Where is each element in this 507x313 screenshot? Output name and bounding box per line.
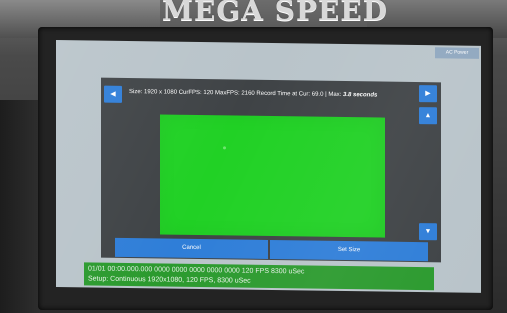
arrow-up-icon[interactable]: ▲ — [419, 107, 437, 125]
capture-info: Size: 1920 x 1080 CurFPS: 120 MaxFPS: 21… — [129, 89, 429, 99]
arrow-down-icon[interactable]: ▼ — [419, 223, 437, 241]
preview-marker — [223, 146, 226, 150]
monitor-screen: AC Power ◀ Size: 1920 x 1080 CurFPS: 120… — [56, 40, 481, 293]
cancel-button[interactable]: Cancel — [115, 237, 268, 259]
capture-info-text: Size: 1920 x 1080 CurFPS: 120 MaxFPS: 21… — [129, 89, 343, 99]
set-size-dialog: ◀ Size: 1920 x 1080 CurFPS: 120 MaxFPS: … — [101, 77, 441, 263]
set-size-button[interactable]: Set Size — [270, 239, 428, 262]
dialog-actions: Cancel Set Size — [115, 237, 441, 263]
video-preview — [160, 114, 385, 238]
max-record-time: 3.8 seconds — [343, 92, 378, 99]
photo: MEGA SPEED AC Power ◀ Size: 1920 x 1080 … — [0, 0, 507, 313]
left-cable — [0, 100, 40, 313]
ac-power-indicator: AC Power — [435, 47, 479, 59]
arrow-left-icon[interactable]: ◀ — [104, 85, 122, 103]
brand-logo: MEGA SPEED — [162, 0, 388, 27]
arrow-right-icon[interactable]: ▶ — [419, 85, 437, 103]
status-bar: 01/01 00:00.000.000 0000 0000 0000 0000 … — [84, 262, 434, 291]
